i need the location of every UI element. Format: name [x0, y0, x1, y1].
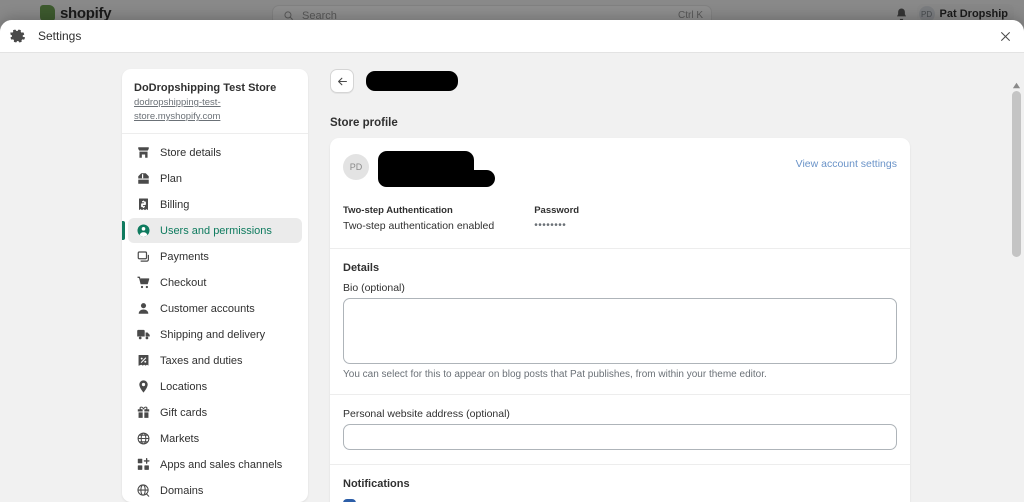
sidebar-item-markets[interactable]: Markets — [128, 426, 302, 451]
sidebar-item-label: Payments — [160, 250, 209, 263]
sidebar-item-customer-accounts[interactable]: Customer accounts — [128, 296, 302, 321]
personal-website-input[interactable] — [343, 424, 897, 450]
location-pin-icon — [139, 380, 148, 393]
sidebar-item-label: Customer accounts — [160, 302, 255, 315]
store-url-link[interactable]: dodropshipping-test-store.myshopify.com — [134, 96, 296, 124]
sidebar-item-plan[interactable]: Plan — [128, 166, 302, 191]
plan-icon — [138, 173, 149, 184]
store-icon — [138, 147, 149, 158]
sidebar-item-label: Shipping and delivery — [160, 328, 266, 341]
redaction-bar — [378, 151, 474, 170]
sidebar-item-label: Checkout — [160, 276, 207, 289]
settings-nav: Store details Plan Billing Users and per… — [122, 134, 308, 502]
sidebar-item-label: Locations — [160, 380, 208, 393]
markets-globe-icon — [137, 432, 150, 445]
billing-icon — [139, 198, 148, 211]
payments-icon — [137, 251, 149, 262]
settings-sidebar: DoDropshipping Test Store dodropshipping… — [122, 69, 308, 502]
back-button[interactable] — [330, 69, 354, 93]
bio-help-text: You can select for this to appear on blo… — [343, 369, 767, 380]
profile-name-redacted — [378, 151, 495, 187]
modal-header: Settings — [0, 20, 1024, 53]
notifications-title: Notifications — [343, 478, 410, 490]
sidebar-item-apps-and-sales-channels[interactable]: Apps and sales channels — [128, 452, 302, 477]
settings-modal: Settings DoDropshipping Test Store dodro… — [0, 20, 1024, 502]
gift-card-icon — [137, 406, 150, 419]
details-title: Details — [343, 262, 380, 274]
website-section: Personal website address (optional) — [330, 395, 910, 465]
sidebar-item-label: Billing — [160, 198, 190, 211]
store-profile-card: PD View account settings Two-step Authen… — [330, 138, 910, 502]
bio-label: Bio (optional) — [343, 282, 405, 294]
close-icon — [1000, 31, 1010, 41]
sidebar-item-label: Gift cards — [160, 406, 208, 419]
view-account-settings-link[interactable]: View account settings — [796, 158, 897, 170]
notifications-section: Notifications — [330, 465, 910, 502]
sidebar-item-taxes-and-duties[interactable]: Taxes and duties — [128, 348, 302, 373]
domains-globe-icon — [137, 484, 150, 497]
profile-row: PD View account settings — [343, 151, 897, 187]
section-title-store-profile: Store profile — [330, 117, 398, 129]
page-title-redacted — [366, 71, 458, 91]
apps-icon — [137, 457, 150, 470]
store-header: DoDropshipping Test Store dodropshipping… — [122, 79, 308, 134]
auth-row: Two-step Authentication Two-step authent… — [343, 203, 897, 234]
sidebar-item-label: Plan — [160, 172, 183, 185]
close-button[interactable] — [992, 23, 1018, 49]
redaction-bar — [378, 170, 495, 187]
sidebar-item-label: Taxes and duties — [160, 354, 243, 367]
customer-accounts-icon — [138, 303, 149, 314]
notifications-checkbox-row[interactable] — [343, 498, 897, 502]
scrollbar-thumb[interactable] — [1012, 91, 1021, 257]
personal-website-label: Personal website address (optional) — [343, 408, 510, 420]
sidebar-item-label: Apps and sales channels — [160, 458, 283, 471]
password-value: •••••••• — [534, 220, 567, 231]
sidebar-item-payments[interactable]: Payments — [128, 244, 302, 269]
bio-input[interactable] — [343, 298, 897, 364]
sidebar-item-checkout[interactable]: Checkout — [128, 270, 302, 295]
sidebar-item-shipping-and-delivery[interactable]: Shipping and delivery — [128, 322, 302, 347]
password-block: Password •••••••• — [534, 203, 579, 234]
modal-body: DoDropshipping Test Store dodropshipping… — [0, 53, 1024, 502]
two-step-auth-value: Two-step authentication enabled — [343, 220, 495, 232]
sidebar-item-label: Domains — [160, 484, 204, 497]
gear-icon — [10, 29, 26, 43]
sidebar-item-billing[interactable]: Billing — [128, 192, 302, 217]
content-header — [330, 69, 910, 93]
two-step-auth-block: Two-step Authentication Two-step authent… — [343, 203, 494, 234]
profile-section: PD View account settings Two-step Authen… — [330, 138, 910, 249]
store-name: DoDropshipping Test Store — [134, 82, 277, 94]
modal-title: Settings — [38, 29, 82, 43]
settings-content: Store profile PD View account settings T… — [330, 69, 910, 502]
users-icon — [137, 224, 150, 237]
sidebar-item-locations[interactable]: Locations — [128, 374, 302, 399]
avatar: PD — [343, 154, 369, 180]
shipping-truck-icon — [137, 329, 150, 340]
sidebar-item-domains[interactable]: Domains — [128, 478, 302, 502]
sidebar-item-gift-cards[interactable]: Gift cards — [128, 400, 302, 425]
checkout-cart-icon — [137, 276, 150, 289]
details-section: Details Bio (optional) You can select fo… — [330, 249, 910, 395]
sidebar-item-label: Store details — [160, 146, 222, 159]
scroll-up-arrow-icon[interactable] — [1012, 81, 1021, 90]
sidebar-item-label: Users and permissions — [160, 224, 272, 237]
sidebar-item-users-and-permissions[interactable]: Users and permissions — [122, 218, 302, 243]
sidebar-item-store-details[interactable]: Store details — [128, 140, 302, 165]
screen: shopify Search Ctrl K PD Pat Dropship Se… — [0, 0, 1024, 502]
two-step-auth-label: Two-step Authentication — [343, 205, 453, 216]
sidebar-item-label: Markets — [160, 432, 200, 445]
password-label: Password — [534, 205, 580, 216]
modal-header-left: Settings — [10, 28, 81, 44]
taxes-icon — [138, 354, 149, 366]
arrow-left-icon — [337, 77, 347, 85]
